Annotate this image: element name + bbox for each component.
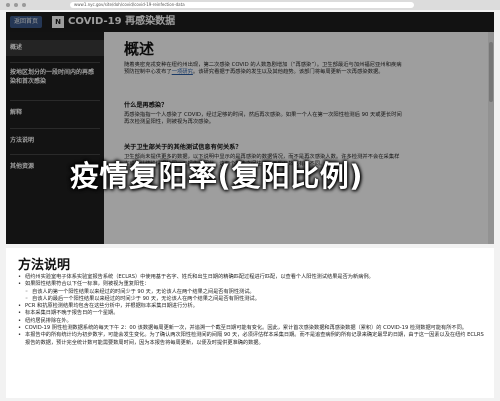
headline-banner: 疫情复阳率(复阳比例)	[70, 159, 364, 193]
reload-icon[interactable]	[22, 3, 26, 7]
methods-section: 方法说明 纽约州实验室电子体系实验室报告系统（ECLRS）中使用基于名字、姓氏和…	[6, 248, 494, 398]
list-item: 纽约居民排除在外。	[18, 318, 484, 326]
methods-heading: 方法说明	[18, 258, 71, 273]
list-item: 本报告中的所有统计均为初步数字，可能会发生变化。为了确认两次阳性检测间的间隔 9…	[18, 332, 484, 347]
back-nav-icon[interactable]	[6, 3, 10, 7]
dim-overlay	[6, 12, 494, 244]
methods-list: 纽约州实验室电子体系实验室报告系统（ECLRS）中使用基于名字、姓氏和出生日期的…	[18, 274, 484, 347]
list-item: 标本采集日期不晚于报告日的一个星期。	[18, 310, 484, 318]
forward-nav-icon[interactable]	[14, 3, 18, 7]
list-item: 如果阳性结果符合以下任一标准，则被视为重复阳性：	[18, 281, 484, 289]
list-item: 自该人的第一个阳性结果以来经过的时间少于 90 天，无论该人在两个结果之间是否有…	[18, 289, 484, 297]
address-bar[interactable]: www1.nyc.gov/site/doh/covid/covid-19-rei…	[70, 2, 414, 8]
